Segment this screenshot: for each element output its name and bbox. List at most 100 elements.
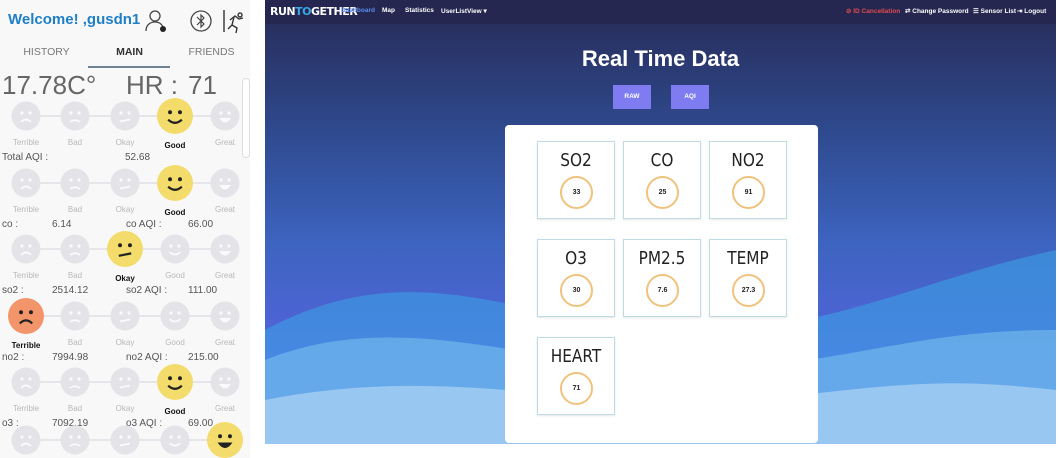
welcome-text: Welcome! ,gusdn1 <box>8 11 141 28</box>
face-label: Bad <box>67 337 83 347</box>
pollutant-label: no2 : <box>2 351 25 363</box>
face-label: Bad <box>67 271 83 280</box>
face-label: Bad <box>67 138 83 147</box>
aqi-label: so2 AQI : <box>126 285 168 296</box>
sensor-tile-o3: O3 30 <box>537 239 615 317</box>
face-terrible-icon <box>11 101 41 131</box>
pollutant-value: 7994.98 <box>52 351 89 363</box>
sensor-name: PM2.5 <box>638 248 686 269</box>
face-label: Good <box>164 207 186 217</box>
sensor-value: 30 <box>560 274 593 307</box>
face-label: Bad <box>67 204 83 214</box>
face-terrible-icon <box>8 297 44 334</box>
sensor-tile-co: CO 25 <box>623 141 701 219</box>
face-good-icon <box>160 425 190 455</box>
face-bad-icon <box>60 301 90 330</box>
face-terrible-icon <box>11 168 41 197</box>
face-label: Great <box>214 404 236 413</box>
face-label: Good <box>165 337 185 347</box>
face-label: Terrible <box>12 271 40 280</box>
tab-main[interactable]: MAIN <box>88 46 171 58</box>
sensor-value: 91 <box>732 176 765 209</box>
face-great-icon <box>210 234 240 264</box>
sensor-name: CO <box>650 150 674 171</box>
face-label: Great <box>214 138 236 147</box>
user-settings-icon[interactable] <box>143 8 169 34</box>
face-good-icon <box>160 234 190 264</box>
sensor-name: SO2 <box>560 150 592 171</box>
face-label: Terrible <box>11 340 41 350</box>
nav-map[interactable]: Map <box>382 7 395 14</box>
bluetooth-icon[interactable] <box>188 8 214 34</box>
pollutant-value: 52.68 <box>125 152 151 163</box>
running-icon[interactable] <box>222 8 248 34</box>
face-label: Great <box>214 337 236 347</box>
active-tab-indicator <box>88 66 170 68</box>
sensor-name: HEART <box>550 346 602 367</box>
scrollbar[interactable] <box>242 78 250 158</box>
sensor-name: O3 <box>565 248 587 269</box>
nav-sensor-list[interactable]: ☰ Sensor List <box>973 7 1016 15</box>
raw-button[interactable]: RAW <box>613 85 651 109</box>
face-bad-icon <box>60 101 90 131</box>
face-bad-icon <box>60 425 90 455</box>
nav-statistics[interactable]: Statistics <box>405 7 434 14</box>
face-great-icon <box>210 168 240 197</box>
face-bad-icon <box>60 168 90 197</box>
face-great-icon <box>210 367 240 397</box>
nav-dashboard[interactable]: Dashboard <box>341 7 375 14</box>
pollutant-value: 2514.12 <box>52 285 89 296</box>
face-good-icon <box>160 301 190 330</box>
navbar: RUNTOGETHER Dashboard Map Statistics Use… <box>265 0 1056 24</box>
nav-change-password[interactable]: ⇄ Change Password <box>905 7 969 15</box>
sensor-tile-pm2.5: PM2.5 7.6 <box>623 239 701 317</box>
face-good-icon <box>157 98 193 134</box>
tab-friends[interactable]: FRIENDS <box>170 46 253 58</box>
face-label: Okay <box>115 404 135 413</box>
nav-id-cancellation[interactable]: ⊘ ID Cancellation <box>846 7 900 15</box>
face-okay-icon <box>110 367 140 397</box>
face-good-icon <box>157 364 193 400</box>
face-label: Good <box>164 141 186 150</box>
face-bad-icon <box>60 367 90 397</box>
tab-history[interactable]: HISTORY <box>5 46 88 58</box>
sensor-value: 33 <box>560 176 593 209</box>
page-title: Real Time Data <box>581 46 740 71</box>
pollutant-label: co : <box>2 218 19 230</box>
face-label: Great <box>214 271 236 280</box>
aqi-value: 111.00 <box>188 285 218 296</box>
aqi-label: co AQI : <box>126 218 162 230</box>
face-label: Bad <box>67 404 83 413</box>
face-terrible-icon <box>11 367 41 397</box>
sensor-name: NO2 <box>731 150 765 171</box>
face-label: Okay <box>115 138 135 147</box>
face-okay-icon <box>107 231 143 267</box>
face-great-icon <box>210 301 240 330</box>
face-label: Terrible <box>12 204 40 214</box>
sensor-value: 7.6 <box>646 274 679 307</box>
face-label: Terrible <box>12 138 40 147</box>
face-good-icon <box>157 164 193 201</box>
sensor-value: 71 <box>560 372 593 405</box>
face-label: Okay <box>115 204 135 214</box>
aqi-value: 66.00 <box>188 218 214 230</box>
aqi-button[interactable]: AQI <box>671 85 709 109</box>
sensor-tile-heart: HEART 71 <box>537 337 615 415</box>
face-terrible-icon <box>11 234 41 264</box>
face-okay-icon <box>110 425 140 455</box>
aqi-label: no2 AQI : <box>126 351 168 363</box>
sensor-name: TEMP <box>727 248 769 269</box>
sensor-value: 25 <box>646 176 679 209</box>
face-label: Good <box>165 271 185 280</box>
face-label: Terrible <box>12 404 40 413</box>
sensor-card: SO2 33 CO 25 NO2 91 O3 30 PM2.5 7.6 TEMP 27.3 HEART 7… <box>505 125 818 443</box>
mobile-app: Welcome! ,gusdn1 HISTORY MAIN FRIENDS 17… <box>0 0 250 458</box>
nav-userlistview[interactable]: UserListView ▾ <box>441 7 487 15</box>
tab-bar: HISTORY MAIN FRIENDS <box>0 44 250 66</box>
sensor-value: 27.3 <box>732 274 765 307</box>
nav-logout[interactable]: ⇥ Logout <box>1017 7 1046 15</box>
face-label: Okay <box>115 274 135 283</box>
face-bad-icon <box>60 234 90 264</box>
face-okay-icon <box>110 168 140 197</box>
face-label: Great <box>214 204 236 214</box>
